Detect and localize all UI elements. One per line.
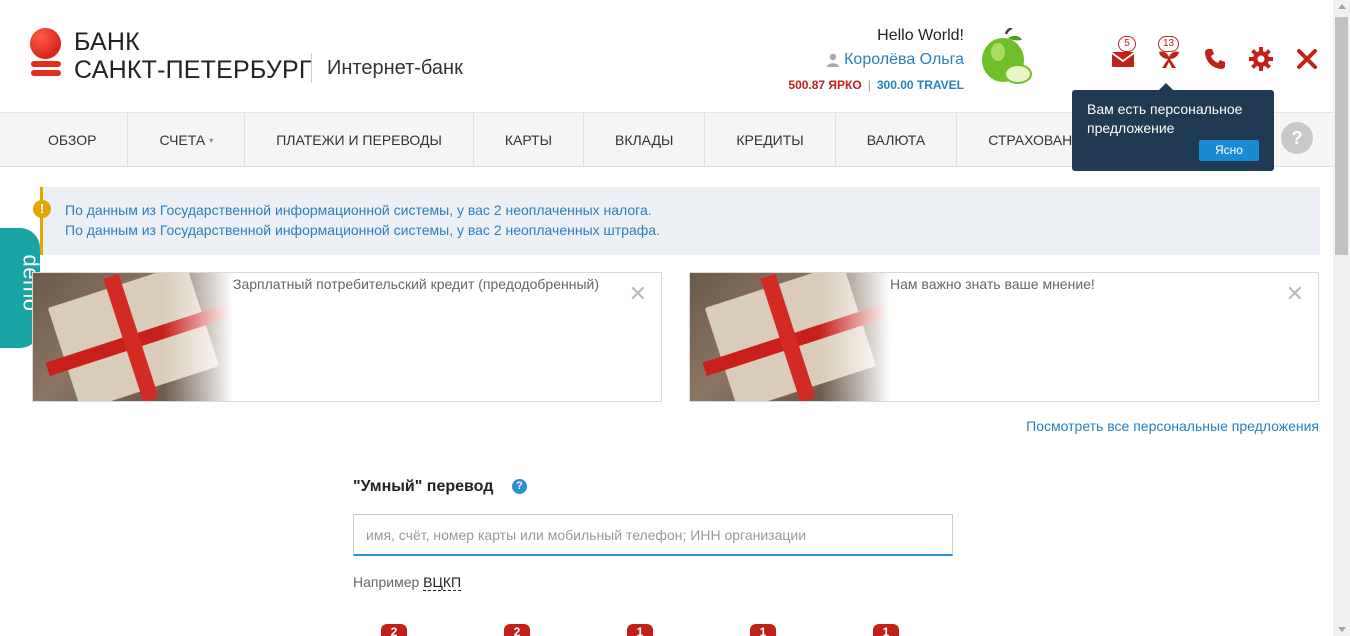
- smart-transfer-title: "Умный" перевод: [353, 478, 494, 495]
- alert-line-fines[interactable]: По данным из Государственной информацион…: [65, 220, 1320, 240]
- close-icon: [1297, 49, 1317, 69]
- tooltip-ok-button[interactable]: Ясно: [1199, 140, 1259, 161]
- nav-deposits[interactable]: ВКЛАДЫ: [584, 113, 706, 167]
- warning-icon: !: [33, 200, 51, 218]
- greeting: Hello World!: [877, 27, 964, 44]
- offers-badge: 13: [1158, 36, 1180, 52]
- personal-offer-tooltip: Вам есть персональное предложение Ясно: [1072, 83, 1274, 171]
- close-icon[interactable]: ✕: [629, 283, 647, 305]
- phone-button[interactable]: [1192, 44, 1238, 74]
- alert-line-taxes[interactable]: По данным из Государственной информацион…: [65, 200, 1320, 220]
- example-link[interactable]: ВЦКП: [423, 574, 462, 591]
- example-hint: Например ВЦКП: [353, 574, 462, 591]
- user-name: Королёва Ольга: [844, 51, 964, 68]
- question-icon[interactable]: ?: [512, 479, 527, 494]
- nav-currency[interactable]: ВАЛЮТА: [836, 113, 958, 167]
- help-icon[interactable]: ?: [1281, 122, 1313, 154]
- offer-card[interactable]: Нам важно знать ваше мнение! ✕: [689, 272, 1319, 402]
- scroll-down-icon[interactable]: [1338, 627, 1346, 632]
- tooltip-text: Вам есть персональное предложение: [1087, 101, 1243, 136]
- logo-text: БАНК САНКТ-ПЕТЕРБУРГ: [74, 28, 313, 84]
- bank-logo[interactable]: БАНК САНКТ-ПЕТЕРБУРГ: [30, 28, 313, 84]
- nav-overview[interactable]: ОБЗОР: [17, 113, 129, 167]
- nav-accounts-label: СЧЕТА: [159, 132, 206, 148]
- phone-icon: [1205, 49, 1225, 69]
- nav-cards[interactable]: КАРТЫ: [474, 113, 584, 167]
- user-icon: [827, 53, 840, 67]
- counter-badge: 2: [381, 624, 407, 636]
- scroll-up-icon[interactable]: [1338, 4, 1346, 9]
- counter-badge: 1: [873, 624, 899, 636]
- offers-button[interactable]: 13: [1146, 36, 1192, 74]
- counter-badge: 1: [627, 624, 653, 636]
- logout-button[interactable]: [1284, 44, 1330, 74]
- offer-title: Зарплатный потребительский кредит (предо…: [233, 276, 599, 292]
- tax-fine-alert: По данным из Государственной информацион…: [40, 187, 1320, 255]
- internet-bank-page: БАНК САНКТ-ПЕТЕРБУРГ Интернет-банк Hello…: [0, 0, 1350, 636]
- chevron-down-icon: ▾: [209, 135, 214, 145]
- logo-line1: БАНК: [74, 28, 140, 56]
- avatar-apple-icon[interactable]: [980, 28, 1032, 86]
- nav-credits[interactable]: КРЕДИТЫ: [705, 113, 836, 167]
- user-profile-link[interactable]: Королёва Ольга: [826, 51, 964, 69]
- nav-payments[interactable]: ПЛАТЕЖИ И ПЕРЕВОДЫ: [245, 113, 474, 167]
- balance-travel[interactable]: 300.00 TRAVEL: [877, 78, 964, 92]
- counter-badge: 2: [504, 624, 530, 636]
- logo-subtitle: Интернет-банк: [327, 57, 463, 79]
- smart-transfer-input[interactable]: [353, 514, 953, 556]
- scroll-thumb[interactable]: [1335, 17, 1348, 255]
- counter-row: 2 2 1 1 1: [381, 624, 996, 636]
- logo-divider: [311, 53, 312, 83]
- balance-separator: |: [867, 78, 871, 92]
- mail-button[interactable]: 5: [1100, 36, 1146, 74]
- gift-image: [690, 273, 890, 401]
- gear-icon: [1249, 47, 1273, 71]
- balance-yarko[interactable]: 500.87 ЯРКО: [788, 78, 861, 92]
- counter-badge: 1: [750, 624, 776, 636]
- header-actions: 5 13: [1100, 36, 1330, 74]
- all-offers-link[interactable]: Посмотреть все персональные предложения: [1026, 418, 1319, 434]
- offer-title: Нам важно знать ваше мнение!: [890, 276, 1095, 292]
- mail-badge: 5: [1118, 36, 1136, 52]
- vertical-scrollbar[interactable]: [1333, 0, 1350, 636]
- logo-line2: САНКТ-ПЕТЕРБУРГ: [74, 56, 313, 84]
- close-icon[interactable]: ✕: [1286, 283, 1304, 305]
- settings-button[interactable]: [1238, 44, 1284, 74]
- offer-card[interactable]: Зарплатный потребительский кредит (предо…: [32, 272, 662, 402]
- gift-image: [33, 273, 233, 401]
- logo-mark-icon: [30, 28, 62, 80]
- bonus-balances: 500.87 ЯРКО | 300.00 TRAVEL: [788, 78, 964, 92]
- example-label: Например: [353, 574, 420, 590]
- nav-accounts[interactable]: СЧЕТА ▾: [128, 113, 246, 167]
